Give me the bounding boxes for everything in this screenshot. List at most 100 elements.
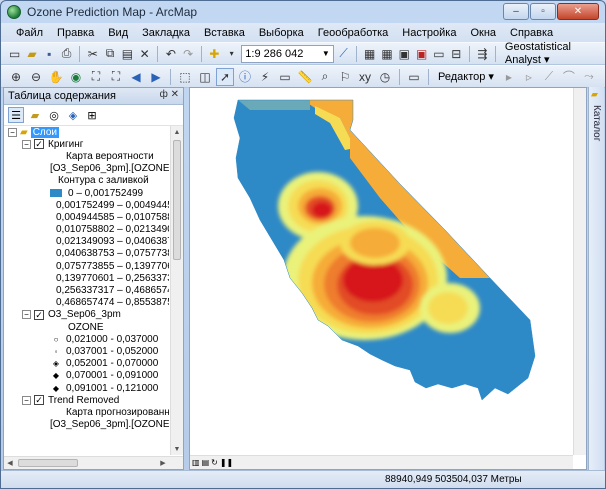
clear-selection-icon[interactable]: ◫: [196, 68, 214, 86]
list-by-source-icon[interactable]: ▰: [27, 107, 43, 123]
data-view-icon[interactable]: ▥: [192, 458, 200, 467]
pan-icon[interactable]: ✋: [47, 68, 65, 86]
trend-layer-name[interactable]: Trend Removed: [48, 395, 119, 406]
select-features-icon[interactable]: ⬚: [176, 68, 194, 86]
trend-visibility-checkbox[interactable]: ✓: [34, 395, 44, 406]
layers-row[interactable]: − ▰ Слои: [4, 126, 169, 138]
find-icon[interactable]: ⌕: [316, 68, 334, 86]
points-visibility-checkbox[interactable]: ✓: [34, 309, 44, 320]
map-vertical-scrollbar[interactable]: [573, 88, 586, 455]
layout-view-icon[interactable]: ▤: [202, 458, 210, 467]
editor-toolbar-icon[interactable]: ⟋: [336, 45, 351, 63]
kriging-class-row[interactable]: 0,256337317 – 0,468657474: [4, 284, 169, 296]
zoom-in-icon[interactable]: ⊕: [7, 68, 25, 86]
kriging-class-row[interactable]: 0,001752499 – 0,004944585: [4, 199, 169, 211]
time-slider-icon[interactable]: ◷: [376, 68, 394, 86]
chevron-down-icon[interactable]: ▼: [319, 46, 333, 62]
menu-file[interactable]: Файл: [9, 27, 50, 39]
add-data-dropdown-icon[interactable]: ▾: [224, 45, 239, 63]
maximize-button[interactable]: ▫: [530, 3, 556, 20]
html-popup-icon[interactable]: ▭: [276, 68, 294, 86]
print-icon[interactable]: ⎙: [59, 45, 74, 63]
forward-extent-icon[interactable]: ▶: [147, 68, 165, 86]
menu-view[interactable]: Вид: [101, 27, 135, 39]
save-icon[interactable]: ▪: [42, 45, 57, 63]
full-extent-icon[interactable]: ◉: [67, 68, 85, 86]
pause-drawing-icon[interactable]: ❚❚: [220, 458, 233, 467]
scroll-down-icon[interactable]: ▼: [171, 443, 183, 455]
kriging-class-row[interactable]: 0,139770601 – 0,256337317: [4, 272, 169, 284]
collapse-icon[interactable]: −: [22, 310, 31, 320]
fixed-zoom-in-icon[interactable]: ⛶: [87, 68, 105, 86]
point-symbol-icon[interactable]: ◆: [50, 384, 62, 393]
open-folder-icon[interactable]: ▰: [24, 45, 39, 63]
hyperlink-icon[interactable]: ⚡: [256, 68, 274, 86]
menu-windows[interactable]: Окна: [463, 27, 503, 39]
model-builder-icon[interactable]: ⇶: [475, 45, 490, 63]
close-button[interactable]: ✕: [557, 3, 599, 20]
kriging-class-row[interactable]: 0,075773855 – 0,139770601: [4, 260, 169, 272]
point-symbol-icon[interactable]: ○: [50, 335, 62, 344]
edit-annotation-icon[interactable]: ▹: [520, 68, 538, 86]
editor-menu[interactable]: Редактор ▾: [434, 70, 498, 83]
edit-tool-icon[interactable]: ▸: [500, 68, 518, 86]
california-ozone-map[interactable]: [190, 88, 573, 455]
cut-icon[interactable]: ✂: [85, 45, 100, 63]
end-point-arc-icon[interactable]: ⌒: [560, 68, 578, 86]
redo-icon[interactable]: ↷: [181, 45, 196, 63]
options-icon[interactable]: ⊞: [84, 107, 100, 123]
kriging-class-row[interactable]: 0,021349093 – 0,040638753: [4, 236, 169, 248]
menu-bookmarks[interactable]: Закладка: [135, 27, 197, 39]
points-layer-name[interactable]: O3_Sep06_3pm: [48, 309, 121, 320]
menu-insert[interactable]: Вставка: [197, 27, 252, 39]
add-data-icon[interactable]: ✚: [207, 45, 222, 63]
menu-selection[interactable]: Выборка: [252, 27, 311, 39]
minimize-button[interactable]: –: [503, 3, 529, 20]
toc-horizontal-scrollbar[interactable]: ◀ ▶: [4, 456, 183, 469]
delete-icon[interactable]: ✕: [137, 45, 152, 63]
refresh-icon[interactable]: ↻: [211, 458, 218, 467]
scroll-thumb[interactable]: [173, 140, 181, 260]
menu-customize[interactable]: Настройка: [395, 27, 463, 39]
catalog-side-tab[interactable]: ▰ Каталог: [588, 87, 604, 470]
point-class-row[interactable]: ◦ 0,037001 - 0,052000: [4, 345, 169, 357]
point-symbol-icon[interactable]: ◦: [50, 347, 62, 356]
catalog-tab-label[interactable]: Каталог: [591, 105, 602, 141]
kriging-class-row[interactable]: 0,010758802 – 0,021349093: [4, 224, 169, 236]
back-extent-icon[interactable]: ◀: [127, 68, 145, 86]
identify-icon[interactable]: ⓘ: [236, 68, 254, 86]
menu-help[interactable]: Справка: [503, 27, 560, 39]
scroll-right-icon[interactable]: ▶: [157, 457, 169, 469]
map-view[interactable]: ▥ ▤ ↻ ❚❚: [189, 87, 587, 470]
kriging-visibility-checkbox[interactable]: ✓: [34, 139, 44, 150]
fixed-zoom-out-icon[interactable]: ⛶: [107, 68, 125, 86]
modelbuilder-icon[interactable]: ⊟: [449, 45, 464, 63]
collapse-icon[interactable]: −: [8, 127, 17, 137]
kriging-class-row[interactable]: 0,468657474 – 0,855387501: [4, 297, 169, 309]
kriging-layer-row[interactable]: − ✓ Кригинг: [4, 138, 169, 150]
menu-edit[interactable]: Правка: [50, 27, 101, 39]
trace-icon[interactable]: ⤳: [580, 68, 598, 86]
kriging-class-row[interactable]: 0,004944585 – 0,010758802: [4, 211, 169, 223]
point-symbol-icon[interactable]: ◆: [50, 371, 62, 380]
table-of-contents-icon[interactable]: ▦: [362, 45, 377, 63]
collapse-icon[interactable]: −: [22, 139, 31, 149]
zoom-out-icon[interactable]: ⊖: [27, 68, 45, 86]
kriging-class-row[interactable]: 0,040638753 – 0,075773855: [4, 248, 169, 260]
list-by-selection-icon[interactable]: ◈: [65, 107, 81, 123]
arctoolbox-icon[interactable]: ▣: [414, 45, 429, 63]
new-document-icon[interactable]: ▭: [7, 45, 22, 63]
select-elements-icon[interactable]: ➚: [216, 67, 234, 86]
paste-icon[interactable]: ▤: [120, 45, 135, 63]
points-layer-row[interactable]: − ✓ O3_Sep06_3pm: [4, 309, 169, 321]
scroll-up-icon[interactable]: ▲: [171, 126, 183, 138]
point-class-row[interactable]: ◈ 0,052001 - 0,070000: [4, 358, 169, 370]
search-window-icon[interactable]: ▣: [397, 45, 412, 63]
point-symbol-icon[interactable]: ◈: [50, 359, 62, 368]
point-class-row[interactable]: ◆ 0,091001 - 0,121000: [4, 382, 169, 394]
toc-vertical-scrollbar[interactable]: ▲ ▼: [170, 126, 183, 455]
list-by-drawing-order-icon[interactable]: ☰: [8, 107, 24, 123]
create-viewer-window-icon[interactable]: ▭: [405, 68, 423, 86]
trend-layer-row[interactable]: − ✓ Trend Removed: [4, 394, 169, 406]
map-scale-combobox[interactable]: 1:9 286 042 ▼: [241, 44, 334, 63]
